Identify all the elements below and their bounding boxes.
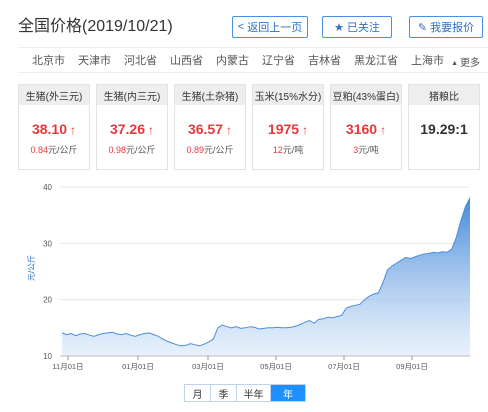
more-regions-button[interactable]: ▲ 更多 (451, 54, 480, 69)
y-axis-label: 元/公斤 (26, 255, 36, 281)
price-card[interactable]: 生猪(内三元) 37.26 ↑ 0.98元/公斤 (96, 84, 168, 170)
chevron-left-icon: < (237, 21, 245, 33)
price-cards: 生猪(外三元) 38.10 ↑ 0.84元/公斤 生猪(内三元) 37.26 ↑ 0… (18, 84, 488, 170)
card-title: 猪粮比 (409, 85, 479, 105)
report-button-label: 我要报价 (430, 22, 475, 34)
card-price: 3160 ↑ (345, 121, 387, 137)
report-price-button[interactable]: ✎ 我要报价 (409, 16, 483, 38)
price-card[interactable]: 玉米(15%水分) 1975 ↑ 12元/吨 (252, 84, 324, 170)
up-arrow-icon: ↑ (148, 123, 155, 137)
x-tick-label: 07月01日 (328, 362, 360, 371)
card-change: 0.84元/公斤 (30, 145, 78, 155)
star-icon: ★ (334, 21, 344, 34)
region-link[interactable]: 内蒙古 (216, 52, 249, 68)
card-change: 12元/吨 (272, 145, 304, 155)
card-change: 0.98元/公斤 (108, 145, 156, 155)
price-chart: 10 20 30 40 元/公斤 11月01日 01月01日 03月01日 05月01日 07月0… (18, 178, 484, 376)
x-tick-label: 09月01日 (396, 362, 428, 371)
up-arrow-icon: ↑ (302, 123, 309, 137)
card-change: 3元/吨 (353, 145, 379, 155)
follow-button-label: 已关注 (346, 22, 380, 34)
card-price: 38.10 ↑ (31, 121, 77, 137)
y-tick-label: 10 (43, 352, 52, 361)
follow-button[interactable]: ★ 已关注 (322, 16, 392, 38)
card-price: 37.26 ↑ (109, 121, 155, 137)
series-area (62, 197, 470, 356)
region-link[interactable]: 山西省 (170, 52, 203, 68)
edit-icon: ✎ (417, 21, 428, 34)
region-link[interactable]: 上海市 (411, 52, 444, 68)
price-card[interactable]: 生猪(土杂猪) 36.57 ↑ 0.89元/公斤 (174, 84, 246, 170)
region-link[interactable]: 天津市 (78, 52, 111, 68)
range-year-button[interactable]: 年 (271, 385, 305, 401)
more-label: 更多 (460, 58, 480, 69)
x-tick-label: 01月01日 (122, 362, 154, 371)
up-arrow-icon: ↑ (70, 123, 77, 137)
range-month-button[interactable]: 月 (185, 385, 211, 401)
region-link[interactable]: 河北省 (124, 52, 157, 68)
triangle-up-icon: ▲ (451, 60, 458, 67)
page-title: 全国价格(2019/10/21) (18, 18, 173, 35)
card-title: 豆粕(43%蛋白) (331, 85, 401, 105)
back-button-label: 返回上一页 (247, 22, 303, 34)
price-card[interactable]: 豆粕(43%蛋白) 3160 ↑ 3元/吨 (330, 84, 402, 170)
region-link[interactable]: 吉林省 (308, 52, 341, 68)
region-link[interactable]: 辽宁省 (262, 52, 295, 68)
y-tick-label: 30 (43, 239, 52, 248)
card-title: 玉米(15%水分) (253, 85, 323, 105)
y-tick-label: 40 (43, 183, 52, 192)
card-price: 36.57 ↑ (187, 121, 233, 137)
card-price: 1975 ↑ (267, 121, 309, 137)
card-change: 0.89元/公斤 (186, 145, 234, 155)
x-tick-label: 03月01日 (192, 362, 224, 371)
up-arrow-icon: ↑ (380, 123, 387, 137)
back-button[interactable]: < 返回上一页 (232, 16, 308, 38)
price-card[interactable]: 猪粮比 19.29:1 (408, 84, 480, 170)
y-tick-label: 20 (43, 296, 52, 305)
x-tick-label: 05月01日 (260, 362, 292, 371)
card-title: 生猪(内三元) (97, 85, 167, 105)
price-chart-svg: 10 20 30 40 元/公斤 11月01日 01月01日 03月01日 05月01日 07月0… (26, 183, 471, 371)
x-tick-label: 11月01日 (52, 362, 83, 371)
header: 全国价格(2019/10/21) < 返回上一页 ★ 已关注 ✎ 我要报价 (0, 0, 488, 44)
range-selector: 月 季 半年 年 (184, 384, 306, 402)
card-price: 19.29:1 (420, 121, 468, 137)
region-link[interactable]: 黑龙江省 (354, 52, 398, 68)
up-arrow-icon: ↑ (226, 123, 233, 137)
region-bar: 北京市 天津市 河北省 山西省 内蒙古 辽宁省 吉林省 黑龙江省 上海市 ▲ 更多 (18, 47, 488, 73)
region-link[interactable]: 北京市 (32, 52, 65, 68)
range-half-year-button[interactable]: 半年 (237, 385, 271, 401)
range-quarter-button[interactable]: 季 (211, 385, 237, 401)
card-title: 生猪(土杂猪) (175, 85, 245, 105)
price-card[interactable]: 生猪(外三元) 38.10 ↑ 0.84元/公斤 (18, 84, 90, 170)
card-title: 生猪(外三元) (19, 85, 89, 105)
